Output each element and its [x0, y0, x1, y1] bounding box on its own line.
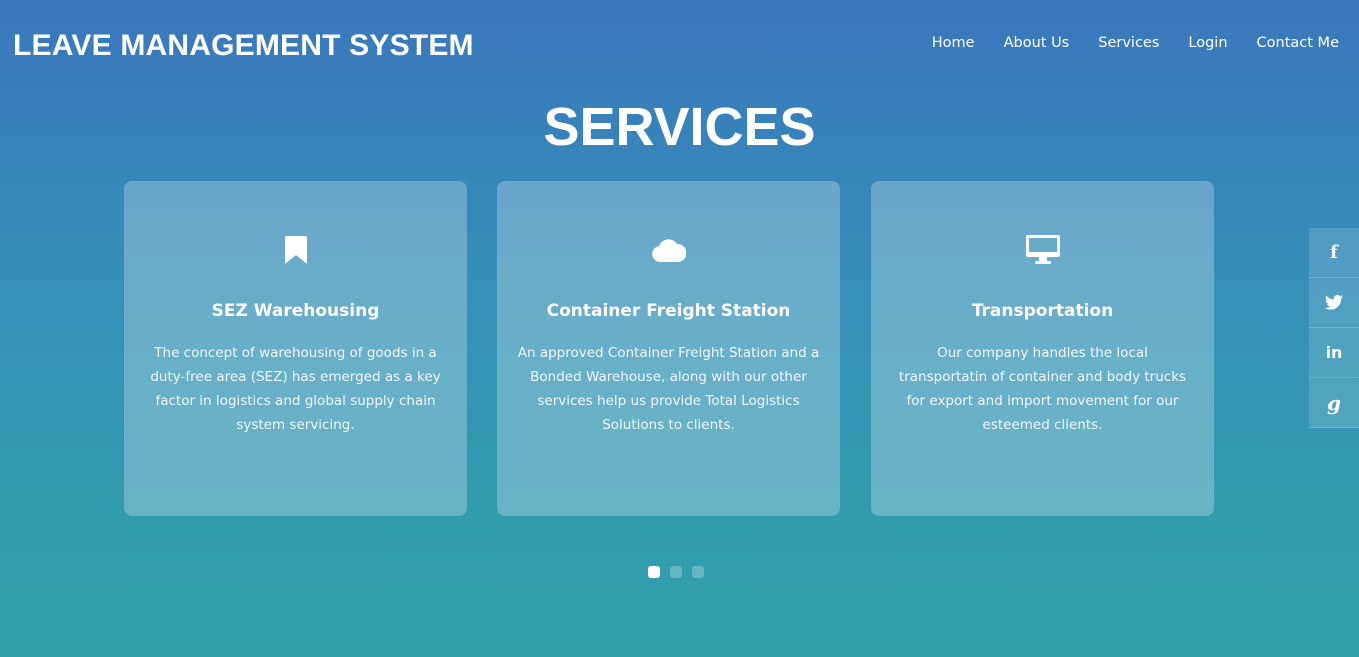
service-card-text: An approved Container Freight Station an…	[517, 345, 820, 433]
nav-login[interactable]: Login	[1188, 32, 1227, 54]
carousel-dot-3[interactable]	[692, 566, 704, 578]
nav-about-us[interactable]: About Us	[1004, 32, 1070, 54]
carousel-pagination	[648, 566, 704, 578]
service-card-title: Transportation	[971, 301, 1114, 321]
nav-contact-me[interactable]: Contact Me	[1257, 32, 1339, 54]
social-sidebar: f in g	[1309, 228, 1359, 428]
desktop-icon	[1025, 235, 1060, 265]
service-card-container-freight-station: Container Freight Station An approved Co…	[497, 181, 840, 516]
linkedin-icon[interactable]: in	[1309, 328, 1359, 378]
bookmark-icon	[279, 235, 313, 265]
google-icon[interactable]: g	[1309, 378, 1359, 428]
page-title: SERVICES	[543, 97, 816, 157]
service-card-transportation: Transportation Our company handles the l…	[871, 181, 1214, 516]
facebook-icon[interactable]: f	[1309, 228, 1359, 278]
service-card-sez-warehousing: SEZ Warehousing The concept of warehousi…	[124, 181, 467, 516]
nav-services[interactable]: Services	[1098, 32, 1159, 54]
carousel-dot-2[interactable]	[670, 566, 682, 578]
site-brand[interactable]: LEAVE MANAGEMENT SYSTEM	[13, 28, 474, 64]
cloud-icon	[651, 235, 686, 265]
carousel-dot-1[interactable]	[648, 566, 660, 578]
twitter-icon[interactable]	[1309, 278, 1359, 328]
service-card-title: SEZ Warehousing	[211, 301, 380, 321]
service-card-title: Container Freight Station	[546, 301, 791, 321]
main-nav: Home About Us Services Login Contact Me	[903, 32, 1339, 54]
nav-home[interactable]: Home	[932, 32, 975, 54]
service-card-text: The concept of warehousing of goods in a…	[150, 345, 441, 433]
service-card-text: Our company handles the local transporta…	[898, 345, 1187, 433]
